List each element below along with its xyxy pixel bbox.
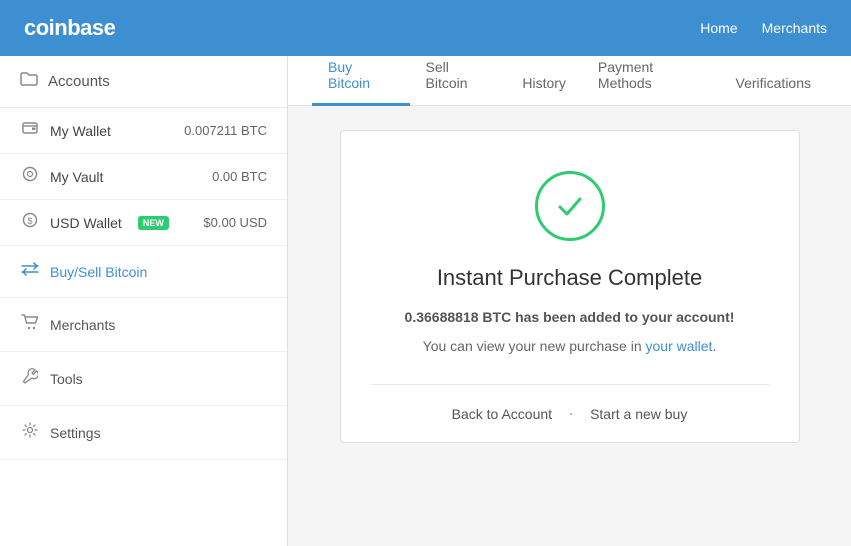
nav-merchants[interactable]: Merchants bbox=[762, 20, 827, 36]
my-vault-item[interactable]: My Vault 0.00 BTC bbox=[0, 154, 287, 200]
my-vault-name: My Vault bbox=[50, 169, 103, 185]
back-to-account-link[interactable]: Back to Account bbox=[436, 406, 568, 422]
new-badge: NEW bbox=[138, 216, 169, 230]
link-prefix: You can view your new purchase in bbox=[423, 338, 646, 354]
my-wallet-name: My Wallet bbox=[50, 123, 111, 139]
tab-sell-bitcoin[interactable]: Sell Bitcoin bbox=[410, 47, 507, 106]
tools-label: Tools bbox=[50, 371, 83, 387]
tab-history[interactable]: History bbox=[506, 63, 582, 106]
success-card: Instant Purchase Complete 0.36688818 BTC… bbox=[340, 130, 800, 443]
success-link-text: You can view your new purchase in your w… bbox=[423, 338, 717, 354]
my-wallet-balance: 0.007211 BTC bbox=[184, 123, 267, 138]
sidebar-item-settings[interactable]: Settings bbox=[0, 406, 287, 460]
folder-icon bbox=[20, 72, 38, 91]
wallet-icon bbox=[20, 120, 40, 141]
success-title: Instant Purchase Complete bbox=[437, 265, 702, 291]
sidebar-item-merchants[interactable]: Merchants bbox=[0, 298, 287, 352]
usd-icon: $ bbox=[20, 212, 40, 233]
svg-text:$: $ bbox=[27, 216, 32, 226]
exchange-icon bbox=[20, 262, 40, 281]
sidebar: Accounts My Wallet 0.007211 BTC bbox=[0, 56, 288, 546]
main-area: Instant Purchase Complete 0.36688818 BTC… bbox=[288, 106, 851, 546]
settings-label: Settings bbox=[50, 425, 101, 441]
main-content: Buy Bitcoin Sell Bitcoin History Payment… bbox=[288, 56, 851, 546]
vault-icon bbox=[20, 166, 40, 187]
sidebar-item-tools[interactable]: Tools bbox=[0, 352, 287, 406]
sidebar-item-buy-sell[interactable]: Buy/Sell Bitcoin bbox=[0, 246, 287, 298]
wallet-link[interactable]: your wallet bbox=[646, 338, 713, 354]
tools-icon bbox=[20, 368, 40, 389]
buy-sell-label: Buy/Sell Bitcoin bbox=[50, 264, 147, 280]
accounts-label: Accounts bbox=[48, 73, 110, 90]
nav-home[interactable]: Home bbox=[700, 20, 737, 36]
start-new-buy-link[interactable]: Start a new buy bbox=[574, 406, 703, 422]
my-wallet-item[interactable]: My Wallet 0.007211 BTC bbox=[0, 108, 287, 154]
cart-icon bbox=[20, 314, 40, 335]
logo: coinbase bbox=[24, 15, 115, 41]
success-actions: Back to Account · Start a new buy bbox=[371, 384, 769, 442]
accounts-header: Accounts bbox=[0, 56, 287, 108]
usd-wallet-name: USD Wallet bbox=[50, 215, 122, 231]
header-nav: Home Merchants bbox=[700, 20, 827, 36]
success-icon-circle bbox=[535, 171, 605, 241]
link-suffix: . bbox=[712, 338, 716, 354]
tabs-bar: Buy Bitcoin Sell Bitcoin History Payment… bbox=[288, 56, 851, 106]
tab-buy-bitcoin[interactable]: Buy Bitcoin bbox=[312, 47, 410, 106]
success-description: 0.36688818 BTC has been added to your ac… bbox=[405, 307, 735, 328]
usd-wallet-item[interactable]: $ USD Wallet NEW $0.00 USD bbox=[0, 200, 287, 246]
merchants-label: Merchants bbox=[50, 317, 115, 333]
tab-verifications[interactable]: Verifications bbox=[720, 63, 827, 106]
gear-icon bbox=[20, 422, 40, 443]
tab-payment-methods[interactable]: Payment Methods bbox=[582, 47, 720, 106]
layout: Accounts My Wallet 0.007211 BTC bbox=[0, 56, 851, 546]
my-vault-balance: 0.00 BTC bbox=[212, 169, 267, 184]
usd-wallet-balance: $0.00 USD bbox=[203, 215, 267, 230]
